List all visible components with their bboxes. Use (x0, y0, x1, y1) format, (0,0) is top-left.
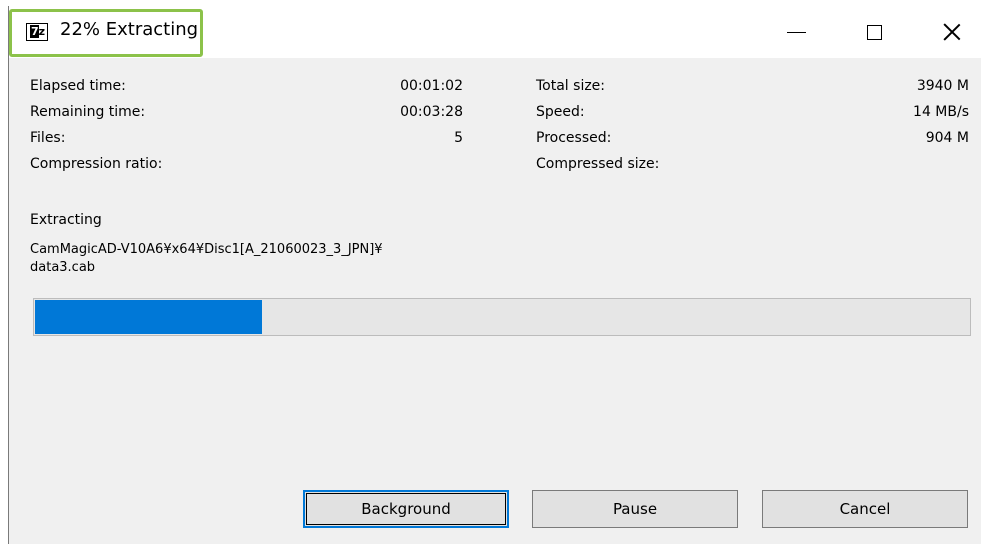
progress-fill (35, 300, 262, 334)
processed-label: Processed: (536, 130, 612, 146)
elapsed-time-label: Elapsed time: (30, 78, 126, 94)
pause-button[interactable]: Pause (532, 490, 738, 528)
minimize-button[interactable] (765, 6, 827, 58)
elapsed-time-value: 00:01:02 (400, 78, 463, 94)
extract-progress-window: 7z 22% Extracting Elapsed time: 00:01:02… (8, 6, 981, 544)
files-label: Files: (30, 130, 66, 146)
total-size-label: Total size: (536, 78, 606, 94)
remaining-time-label: Remaining time: (30, 104, 146, 120)
total-size-value: 3940 M (916, 78, 969, 94)
remaining-time-value: 00:03:28 (400, 104, 463, 120)
cancel-button[interactable]: Cancel (762, 490, 968, 528)
progress-bar (33, 298, 971, 336)
maximize-button[interactable] (843, 6, 905, 58)
compressed-size-label: Compressed size: (536, 156, 660, 172)
speed-label: Speed: (536, 104, 585, 120)
files-value: 5 (454, 130, 463, 146)
7z-app-icon: 7z (26, 23, 48, 41)
speed-value: 14 MB/s (913, 104, 969, 120)
background-button[interactable]: Background (303, 490, 509, 528)
operation-label: Extracting (30, 212, 102, 228)
close-button[interactable] (921, 6, 981, 58)
current-file-name: data3.cab (30, 260, 96, 275)
window-title: 22% Extracting (60, 19, 199, 40)
maximize-icon (866, 24, 882, 40)
compression-ratio-label: Compression ratio: (30, 156, 163, 172)
minimize-icon (786, 31, 806, 33)
processed-value: 904 M (925, 130, 969, 146)
close-icon (943, 23, 961, 41)
title-bar[interactable]: 7z 22% Extracting (9, 6, 981, 58)
current-file-path: CamMagicAD-V10A6¥x64¥Disc1[A_21060023_3_… (30, 242, 383, 257)
